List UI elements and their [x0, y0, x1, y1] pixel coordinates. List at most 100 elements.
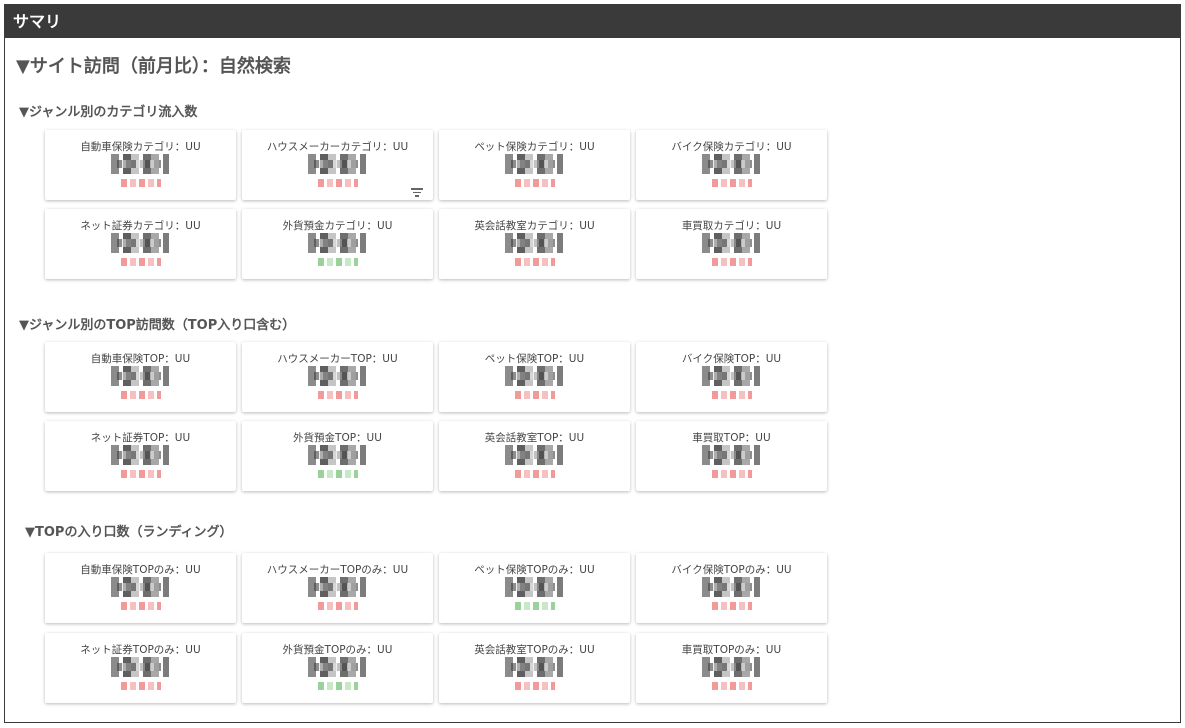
scorecard-value-redacted: [111, 233, 169, 253]
scorecard-value-redacted: [308, 233, 366, 253]
scorecard[interactable]: ハウスメーカーカテゴリ：UU: [242, 130, 433, 200]
scorecard-label: ペット保険TOP：UU: [484, 353, 585, 365]
scorecard-value-redacted: [111, 657, 169, 677]
scorecard[interactable]: 外貨預金カテゴリ：UU: [242, 209, 433, 279]
scorecard-label: バイク保険TOP：UU: [681, 353, 782, 365]
scorecard[interactable]: ハウスメーカーTOPのみ：UU: [242, 553, 433, 623]
scorecard[interactable]: 外貨預金TOP：UU: [242, 421, 433, 491]
scorecard[interactable]: 自動車保険TOPのみ：UU: [45, 553, 236, 623]
scorecard-delta-redacted: [515, 682, 555, 690]
scorecard[interactable]: ネット証券カテゴリ：UU: [45, 209, 236, 279]
scorecard-delta-redacted: [318, 391, 358, 399]
scorecard-label: ネット証券TOP：UU: [90, 432, 191, 444]
scorecard-delta-redacted: [318, 258, 358, 266]
scorecard[interactable]: 英会話教室TOPのみ：UU: [439, 633, 630, 703]
scorecard[interactable]: バイク保険カテゴリ：UU: [636, 130, 827, 200]
scorecard-label: 外貨預金TOP：UU: [293, 432, 382, 444]
scorecard[interactable]: 車買取TOP：UU: [636, 421, 827, 491]
scorecard-delta-redacted: [712, 602, 752, 610]
scorecard-value-redacted: [505, 233, 563, 253]
scorecard-label: ハウスメーカーカテゴリ：UU: [266, 141, 409, 153]
scorecard[interactable]: ネット証券TOPのみ：UU: [45, 633, 236, 703]
scorecard-label: 外貨預金TOPのみ：UU: [282, 644, 393, 656]
scorecard[interactable]: 自動車保険カテゴリ：UU: [45, 130, 236, 200]
scorecard-label: ネット証券TOPのみ：UU: [80, 644, 201, 656]
scorecard-value-redacted: [111, 154, 169, 174]
section-title-top-landing: ▼TOPの入り口数（ランディング）: [25, 525, 233, 540]
scorecard-delta-redacted: [712, 470, 752, 478]
scorecard[interactable]: ペット保険TOPのみ：UU: [439, 553, 630, 623]
scorecard-delta-redacted: [318, 179, 358, 187]
scorecard-value-redacted: [702, 366, 760, 386]
scorecard[interactable]: ネット証券TOP：UU: [45, 421, 236, 491]
scorecard-delta-redacted: [121, 391, 161, 399]
scorecard[interactable]: ハウスメーカーTOP：UU: [242, 342, 433, 412]
section-title-top-visits: ▼ジャンル別のTOP訪問数（TOP入り口含む）: [19, 318, 296, 333]
filter-icon[interactable]: [411, 188, 423, 197]
scorecard-value-redacted: [308, 154, 366, 174]
scorecard-value-redacted: [702, 577, 760, 597]
page-title: ▼サイト訪問（前月比）：自然検索: [16, 56, 291, 77]
scorecard-delta-redacted: [712, 682, 752, 690]
scorecard-delta-redacted: [121, 470, 161, 478]
scorecard-label: ペット保険TOPのみ：UU: [474, 564, 595, 576]
scorecard-label: 自動車保険TOP：UU: [90, 353, 191, 365]
scorecard-label: 英会話教室カテゴリ：UU: [474, 220, 595, 232]
scorecard-value-redacted: [505, 366, 563, 386]
scorecard-label: ハウスメーカーTOP：UU: [277, 353, 398, 365]
scorecard[interactable]: バイク保険TOPのみ：UU: [636, 553, 827, 623]
scorecard-value-redacted: [505, 154, 563, 174]
scorecard-label: ハウスメーカーTOPのみ：UU: [266, 564, 409, 576]
scorecard-value-redacted: [308, 577, 366, 597]
scorecard-delta-redacted: [515, 258, 555, 266]
scorecard-delta-redacted: [121, 682, 161, 690]
scorecard-value-redacted: [308, 657, 366, 677]
scorecard-value-redacted: [111, 577, 169, 597]
scorecard-delta-redacted: [712, 258, 752, 266]
scorecard-label: 車買取カテゴリ：UU: [681, 220, 782, 232]
scorecard[interactable]: 車買取TOPのみ：UU: [636, 633, 827, 703]
scorecard-delta-redacted: [515, 602, 555, 610]
scorecard-delta-redacted: [712, 179, 752, 187]
scorecard-label: 自動車保険TOPのみ：UU: [80, 564, 201, 576]
scorecard-delta-redacted: [121, 179, 161, 187]
scorecard-value-redacted: [111, 445, 169, 465]
scorecard-delta-redacted: [318, 470, 358, 478]
scorecard-value-redacted: [308, 366, 366, 386]
report-header: サマリ: [5, 5, 1180, 38]
scorecard-delta-redacted: [318, 682, 358, 690]
scorecard-value-redacted: [505, 577, 563, 597]
scorecard-label: 外貨預金カテゴリ：UU: [282, 220, 393, 232]
scorecard-delta-redacted: [318, 602, 358, 610]
scorecard-value-redacted: [505, 445, 563, 465]
scorecard[interactable]: 自動車保険TOP：UU: [45, 342, 236, 412]
scorecard-label: バイク保険TOPのみ：UU: [671, 564, 792, 576]
header-title: サマリ: [13, 12, 62, 31]
scorecard[interactable]: ペット保険TOP：UU: [439, 342, 630, 412]
scorecard-delta-redacted: [121, 258, 161, 266]
scorecard-value-redacted: [702, 657, 760, 677]
scorecard[interactable]: 英会話教室TOP：UU: [439, 421, 630, 491]
scorecard-value-redacted: [111, 366, 169, 386]
scorecard-label: ペット保険カテゴリ：UU: [474, 141, 595, 153]
scorecard-delta-redacted: [121, 602, 161, 610]
scorecard[interactable]: 車買取カテゴリ：UU: [636, 209, 827, 279]
section-title-category: ▼ジャンル別のカテゴリ流入数: [19, 105, 198, 120]
scorecard-delta-redacted: [515, 391, 555, 399]
scorecard-value-redacted: [702, 233, 760, 253]
scorecard[interactable]: 外貨預金TOPのみ：UU: [242, 633, 433, 703]
scorecard[interactable]: 英会話教室カテゴリ：UU: [439, 209, 630, 279]
scorecard[interactable]: バイク保険TOP：UU: [636, 342, 827, 412]
scorecard-label: 車買取TOPのみ：UU: [681, 644, 782, 656]
scorecard-label: バイク保険カテゴリ：UU: [671, 141, 792, 153]
scorecard-delta-redacted: [515, 470, 555, 478]
scorecard-label: 英会話教室TOPのみ：UU: [474, 644, 595, 656]
scorecard-delta-redacted: [712, 391, 752, 399]
report-frame: サマリ ▼サイト訪問（前月比）：自然検索 ▼ジャンル別のカテゴリ流入数 自動車保…: [4, 4, 1181, 723]
scorecard-label: 英会話教室TOP：UU: [484, 432, 585, 444]
scorecard-label: ネット証券カテゴリ：UU: [80, 220, 201, 232]
scorecard-value-redacted: [702, 445, 760, 465]
scorecard-value-redacted: [308, 445, 366, 465]
scorecard-value-redacted: [505, 657, 563, 677]
scorecard[interactable]: ペット保険カテゴリ：UU: [439, 130, 630, 200]
